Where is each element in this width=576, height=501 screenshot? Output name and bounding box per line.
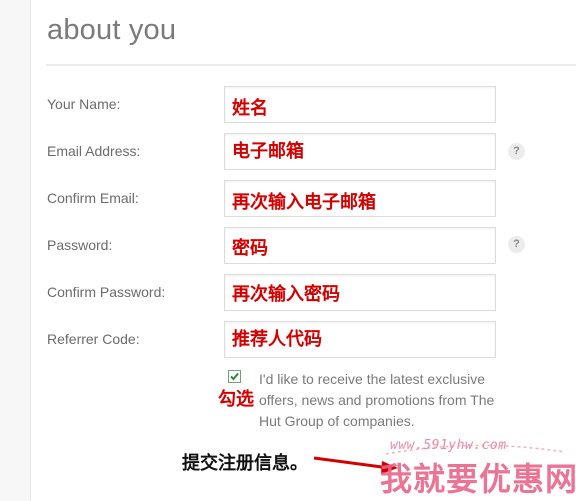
checkmark-icon [230,372,239,381]
your-name-label: Your Name: [47,96,121,112]
marketing-consent-checkbox[interactable] [228,370,241,383]
your-name-annotation: 姓名 [232,98,268,119]
confirm-email-annotation: 再次输入电子邮箱 [232,192,376,213]
referrer-code-annotation: 推荐人代码 [232,329,322,350]
password-help-icon[interactable]: ? [508,236,525,253]
email-address-annotation: 电子邮箱 [232,141,304,162]
submit-annotation: 提交注册信息。 [178,447,312,477]
email-address-label: Email Address: [47,143,141,159]
watermark-logo-text: 我就要优惠网 [380,460,576,498]
referrer-code-label: Referrer Code: [47,331,140,347]
confirm-password-annotation: 再次输入密码 [232,284,340,305]
title-divider [46,64,576,66]
confirm-email-label: Confirm Email: [47,190,139,206]
password-label: Password: [47,237,113,253]
consent-annotation: 勾选 [218,389,254,410]
password-annotation: 密码 [232,238,268,259]
page-title: about you [47,14,177,46]
confirm-password-label: Confirm Password: [47,284,166,300]
watermark-url: www.591yhw.com [390,438,507,453]
marketing-consent-text: I'd like to receive the latest exclusive… [259,371,495,429]
email-help-icon[interactable]: ? [508,143,525,160]
